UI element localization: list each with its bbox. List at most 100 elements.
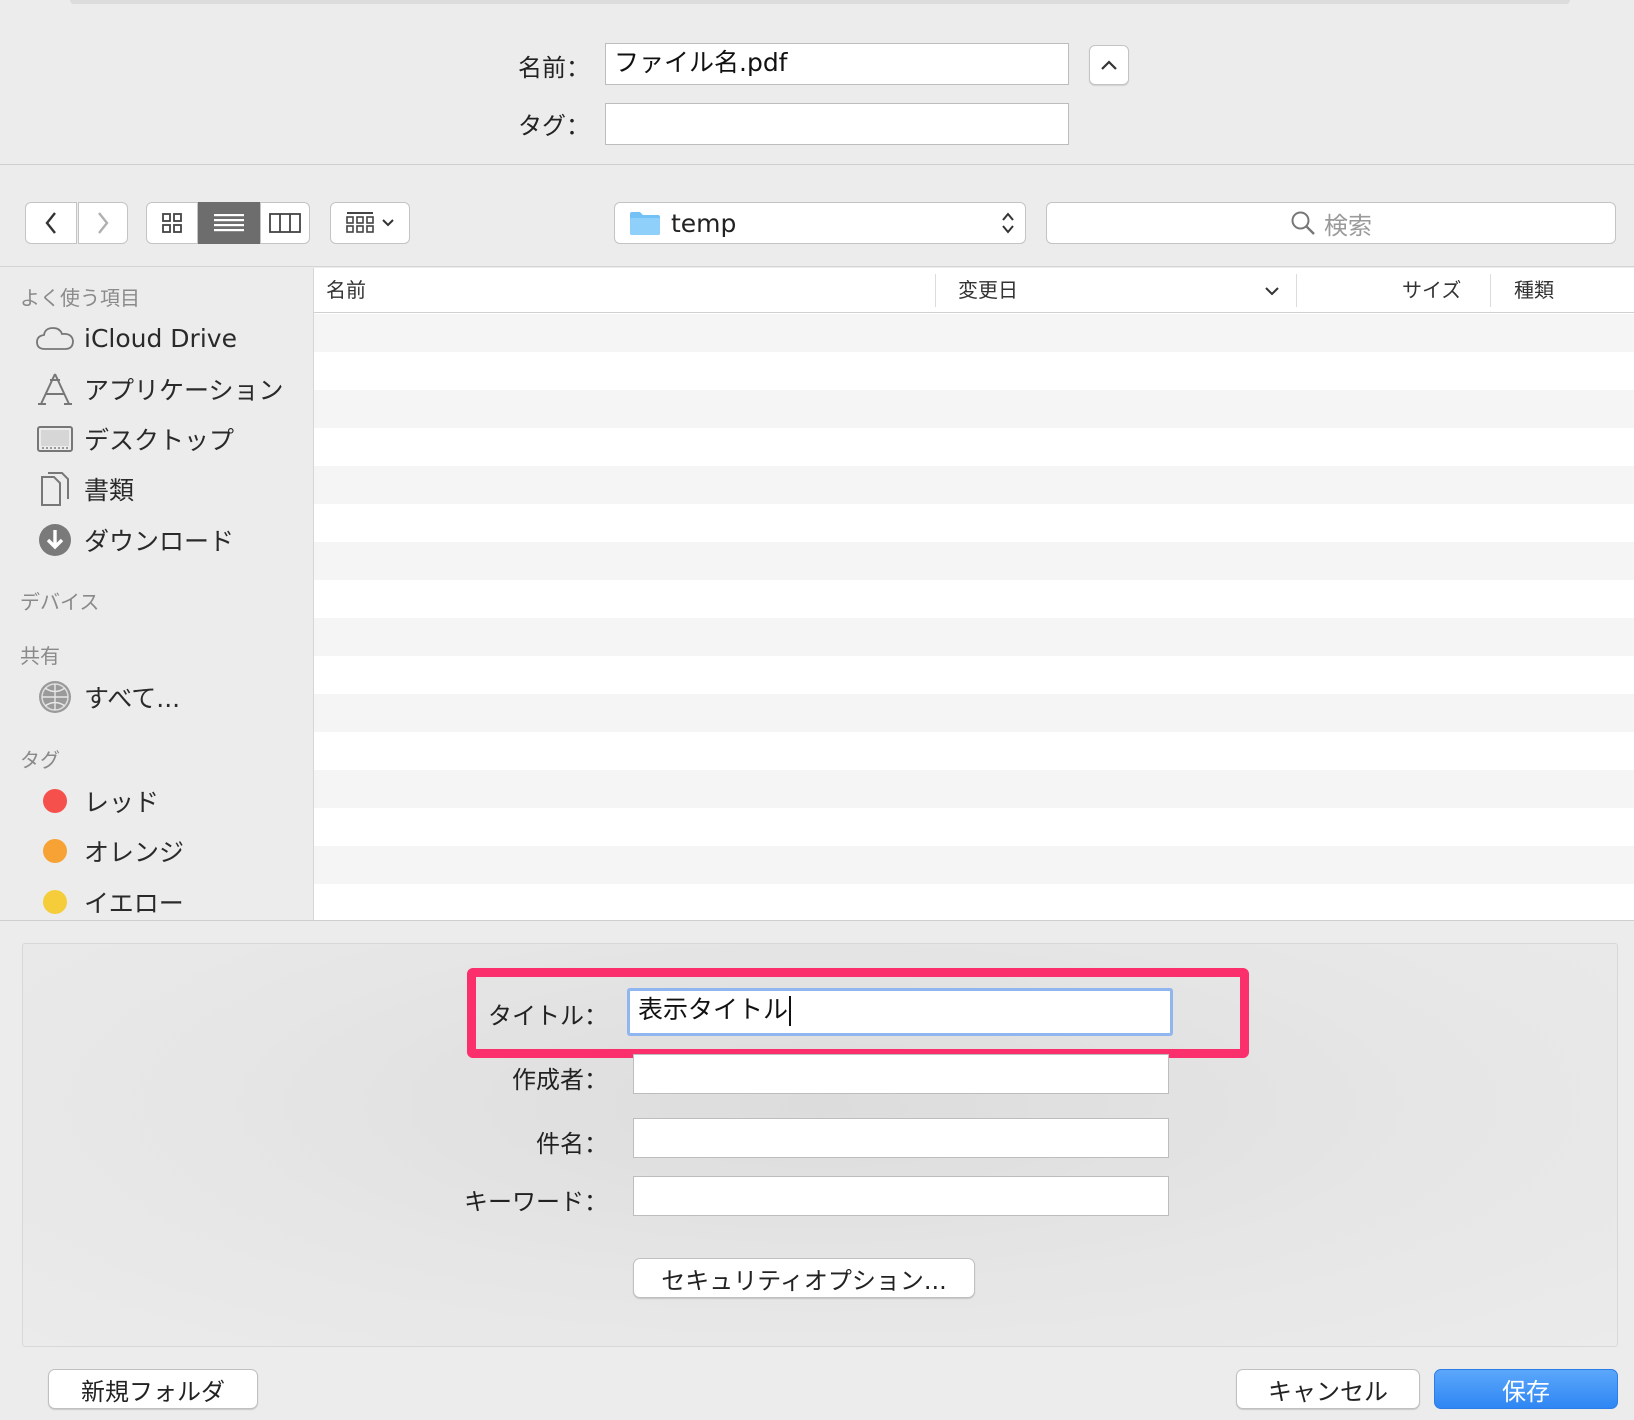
group-by-button[interactable] <box>330 202 410 244</box>
list-icon <box>214 214 244 232</box>
list-view-button[interactable] <box>198 202 260 244</box>
column-view-button[interactable] <box>260 202 310 244</box>
list-header: 名前 変更日 サイズ 種類 <box>314 268 1634 313</box>
sidebar-item-label: オレンジ <box>84 838 185 867</box>
sidebar-item-downloads[interactable]: ダウンロード <box>36 518 234 562</box>
desktop-icon <box>36 420 74 458</box>
column-separator <box>1490 274 1491 307</box>
collapse-button[interactable] <box>1089 45 1129 85</box>
back-button[interactable] <box>25 202 77 244</box>
sidebar-heading-devices: デバイス <box>20 590 100 614</box>
column-header-name[interactable]: 名前 <box>326 268 366 313</box>
tag-dot-icon <box>36 782 74 820</box>
cancel-button[interactable]: キャンセル <box>1236 1369 1420 1409</box>
tag-dot-icon <box>36 832 74 870</box>
title-label: タイトル： <box>488 1002 608 1030</box>
column-header-modified[interactable]: 変更日 <box>958 268 1018 313</box>
text-caret <box>789 996 792 1026</box>
list-row <box>314 466 1634 504</box>
pdf-options-panel: タイトル： 表示タイトル 作成者： 件名： キーワード： セキュリティオプション… <box>22 943 1618 1347</box>
sidebar-item-icloud-drive[interactable]: iCloud Drive <box>36 316 237 360</box>
sidebar: よく使う項目 iCloud Drive アプリケーション デスクトップ 書類 ダ… <box>0 268 314 920</box>
list-row <box>314 314 1634 352</box>
sidebar-item-label: レッド <box>84 788 160 817</box>
security-options-button[interactable]: セキュリティオプション... <box>633 1258 975 1298</box>
new-folder-button[interactable]: 新規フォルダ <box>48 1369 258 1409</box>
list-row <box>314 504 1634 542</box>
sidebar-heading-favorites: よく使う項目 <box>20 286 140 310</box>
columns-icon <box>269 213 301 233</box>
tag-label: タグ： <box>518 112 590 140</box>
sidebar-item-desktop[interactable]: デスクトップ <box>36 417 234 461</box>
keywords-input[interactable] <box>633 1176 1169 1216</box>
list-row <box>314 580 1634 618</box>
save-name-area: 名前： ファイル名.pdf タグ： <box>0 0 1634 165</box>
sidebar-item-label: ダウンロード <box>84 527 235 556</box>
forward-button[interactable] <box>78 202 128 244</box>
sidebar-item-label: デスクトップ <box>84 426 235 455</box>
column-header-kind[interactable]: 種類 <box>1514 268 1554 313</box>
list-row <box>314 656 1634 694</box>
sidebar-item-tag-yellow[interactable]: イエロー <box>36 880 184 920</box>
download-icon <box>36 521 74 559</box>
sidebar-heading-shared: 共有 <box>20 644 60 668</box>
list-row <box>314 352 1634 390</box>
list-row <box>314 808 1634 846</box>
save-options-area: タイトル： 表示タイトル 作成者： 件名： キーワード： セキュリティオプション… <box>0 920 1634 1420</box>
list-row <box>314 694 1634 732</box>
tag-dot-icon <box>36 883 74 920</box>
subject-label: 件名： <box>536 1130 608 1158</box>
chevron-right-icon <box>98 212 109 234</box>
list-row <box>314 618 1634 656</box>
tag-input[interactable] <box>605 103 1069 145</box>
grid-icon <box>162 213 182 233</box>
location-popup[interactable]: temp <box>614 202 1026 244</box>
save-button[interactable]: 保存 <box>1434 1369 1618 1409</box>
sidebar-item-all-shared[interactable]: すべて... <box>36 675 180 719</box>
keywords-label: キーワード： <box>464 1188 608 1216</box>
title-bar-strip <box>70 0 1570 4</box>
title-input-value: 表示タイトル <box>638 995 789 1024</box>
updown-arrows-icon <box>1002 212 1014 234</box>
list-row <box>314 428 1634 466</box>
column-header-size[interactable]: サイズ <box>1402 268 1461 313</box>
icon-view-button[interactable] <box>146 202 198 244</box>
sidebar-heading-tags: タグ <box>20 748 60 772</box>
documents-icon <box>36 470 74 508</box>
list-row <box>314 770 1634 808</box>
sidebar-item-label: 書類 <box>84 476 135 505</box>
search-placeholder: 検索 <box>1324 211 1372 240</box>
chevron-up-icon <box>1101 60 1117 70</box>
location-label: temp <box>671 208 737 238</box>
browser-toolbar: temp 検索 <box>0 166 1634 267</box>
list-row <box>314 884 1634 920</box>
sidebar-item-applications[interactable]: アプリケーション <box>36 367 284 411</box>
sidebar-item-documents[interactable]: 書類 <box>36 467 134 511</box>
sidebar-item-tag-orange[interactable]: オレンジ <box>36 829 184 873</box>
sidebar-item-label: iCloud Drive <box>84 323 237 353</box>
sidebar-item-label: アプリケーション <box>84 376 284 405</box>
group-icon <box>346 212 374 233</box>
list-row <box>314 390 1634 428</box>
chevron-down-icon <box>382 219 394 227</box>
sidebar-item-tag-red[interactable]: レッド <box>36 779 159 823</box>
subject-input[interactable] <box>633 1118 1169 1158</box>
list-row <box>314 732 1634 770</box>
name-label: 名前： <box>518 54 590 82</box>
folder-icon <box>630 212 660 235</box>
sidebar-item-label: すべて... <box>84 684 181 713</box>
network-icon <box>36 678 74 716</box>
list-row <box>314 846 1634 884</box>
title-input[interactable]: 表示タイトル <box>627 988 1173 1036</box>
author-label: 作成者： <box>512 1066 608 1094</box>
author-input[interactable] <box>633 1054 1169 1094</box>
file-list[interactable]: 名前 変更日 サイズ 種類 <box>314 268 1634 920</box>
sidebar-item-label: イエロー <box>84 889 184 918</box>
column-separator <box>1296 274 1297 307</box>
sort-chevron-down-icon <box>1265 287 1279 296</box>
filename-input[interactable]: ファイル名.pdf <box>605 43 1069 85</box>
column-separator <box>935 274 936 307</box>
search-icon <box>1291 211 1315 235</box>
search-field[interactable]: 検索 <box>1046 202 1616 244</box>
cloud-icon <box>36 319 74 357</box>
